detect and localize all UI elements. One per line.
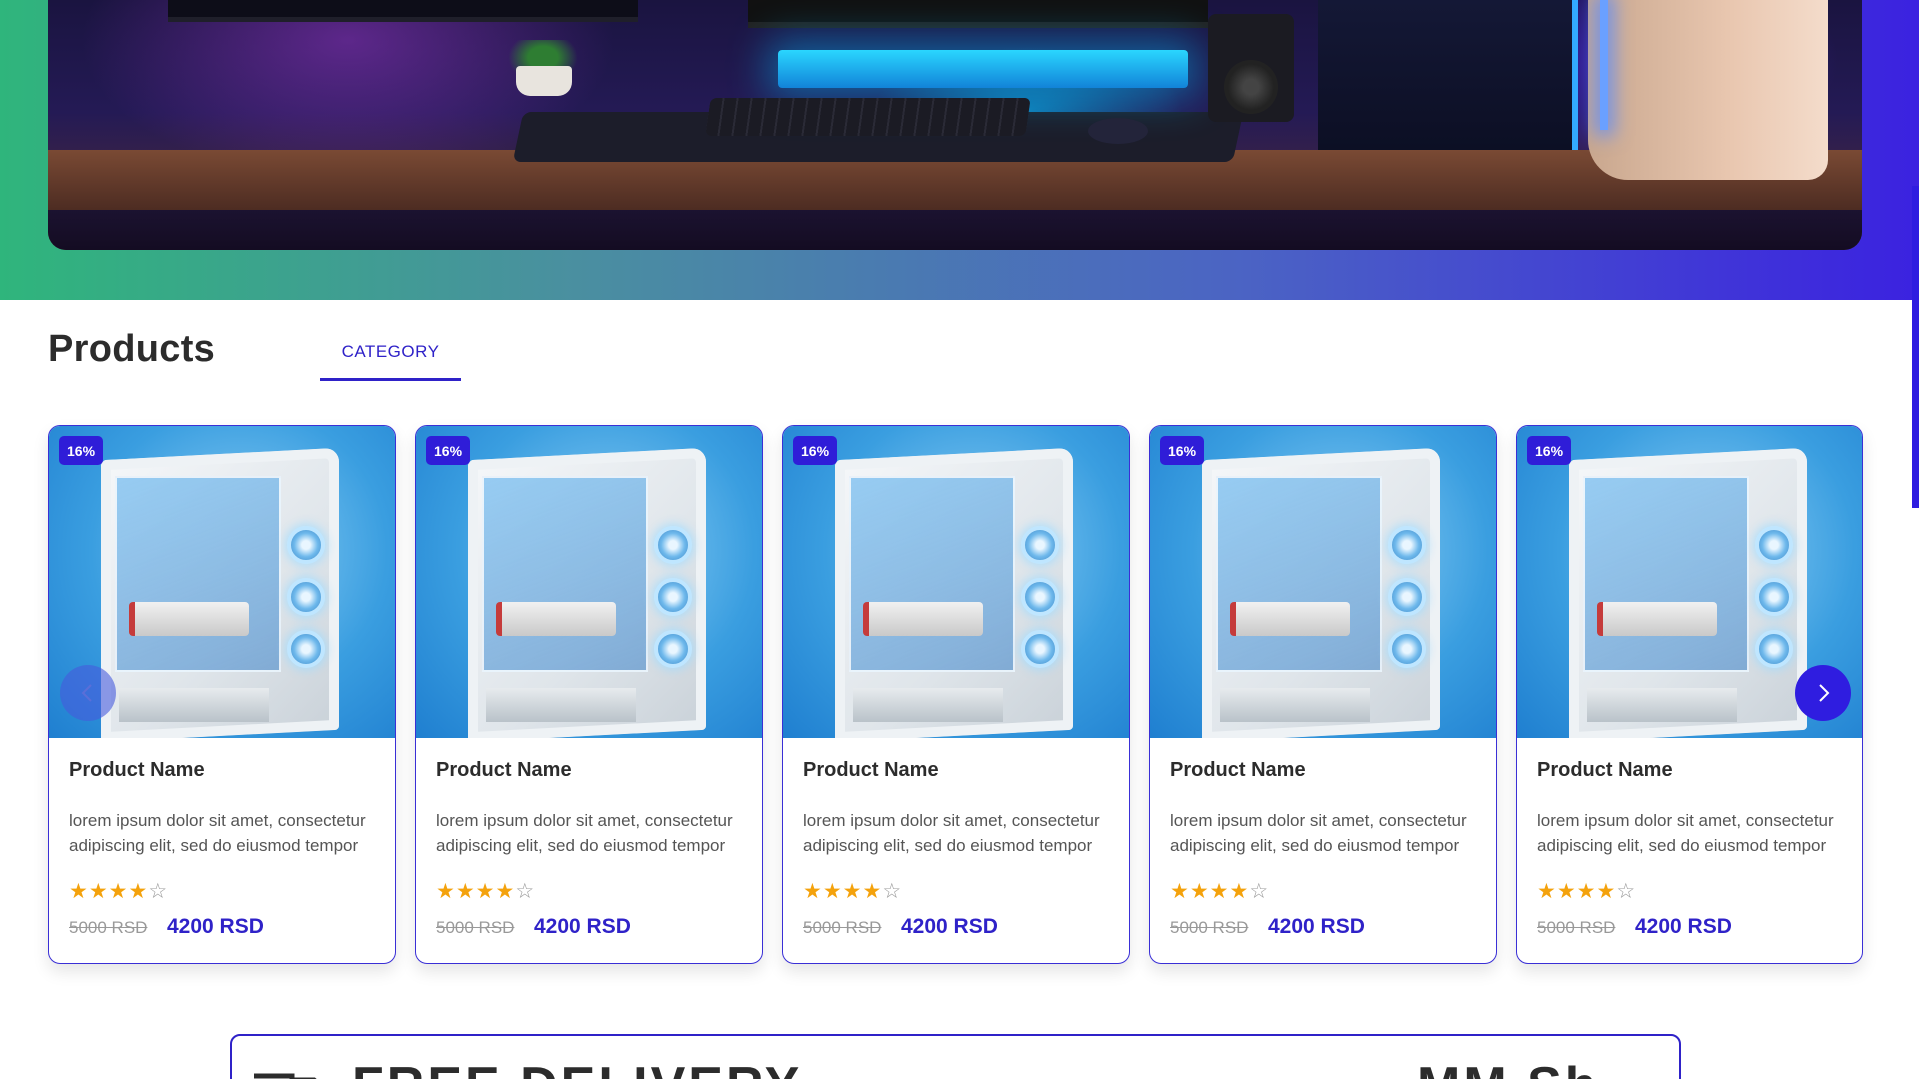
hero-image: [48, 0, 1862, 250]
product-name[interactable]: Product Name: [69, 759, 205, 782]
star-rating: ★★★★☆: [69, 879, 169, 903]
product-carousel: 16% Product Name lorem ipsum dolor sit a…: [48, 425, 1863, 965]
discount-badge: 16%: [793, 436, 838, 465]
price: 4200 RSD: [1268, 915, 1365, 938]
price: 4200 RSD: [1635, 915, 1732, 938]
product-image: [416, 426, 762, 738]
brand-name: MM Sh: [1417, 1056, 1600, 1079]
product-description: lorem ipsum dolor sit amet, consectetur …: [803, 811, 1100, 855]
hero-banner: [0, 0, 1919, 300]
product-description: lorem ipsum dolor sit amet, consectetur …: [1170, 811, 1467, 855]
product-description: lorem ipsum dolor sit amet, consectetur …: [69, 811, 366, 855]
product-name[interactable]: Product Name: [1170, 759, 1306, 782]
scrollbar-thumb[interactable]: [1912, 186, 1919, 508]
old-price: 5000 RSD: [69, 918, 148, 937]
old-price: 5000 RSD: [436, 918, 515, 937]
chevron-left-icon: [81, 684, 92, 702]
old-price: 5000 RSD: [1537, 918, 1616, 937]
product-card[interactable]: 16% Product Name lorem ipsum dolor sit a…: [1149, 425, 1497, 964]
delivery-title: FREE DELIVERY: [352, 1056, 802, 1079]
star-rating: ★★★★☆: [1537, 879, 1637, 903]
product-name[interactable]: Product Name: [436, 759, 572, 782]
old-price: 5000 RSD: [803, 918, 882, 937]
discount-badge: 16%: [1527, 436, 1572, 465]
star-rating: ★★★★☆: [436, 879, 536, 903]
section-title: Products: [48, 328, 216, 370]
product-image: [1150, 426, 1496, 738]
product-name[interactable]: Product Name: [1537, 759, 1673, 782]
tab-category[interactable]: CATEGORY: [320, 326, 461, 381]
old-price: 5000 RSD: [1170, 918, 1249, 937]
price: 4200 RSD: [534, 915, 631, 938]
star-rating: ★★★★☆: [803, 879, 903, 903]
price: 4200 RSD: [901, 915, 998, 938]
discount-badge: 16%: [426, 436, 471, 465]
carousel-prev-button[interactable]: [60, 665, 116, 721]
product-description: lorem ipsum dolor sit amet, consectetur …: [436, 811, 733, 855]
delivery-banner: FREE DELIVERY MM Sh: [230, 1034, 1681, 1079]
product-image: [783, 426, 1129, 738]
price: 4200 RSD: [167, 915, 264, 938]
carousel-next-button[interactable]: [1795, 665, 1851, 721]
product-card[interactable]: 16% Product Name lorem ipsum dolor sit a…: [415, 425, 763, 964]
product-description: lorem ipsum dolor sit amet, consectetur …: [1537, 811, 1834, 855]
product-name[interactable]: Product Name: [803, 759, 939, 782]
discount-badge: 16%: [1160, 436, 1205, 465]
discount-badge: 16%: [59, 436, 104, 465]
truck-icon: [254, 1073, 317, 1079]
star-rating: ★★★★☆: [1170, 879, 1270, 903]
chevron-right-icon: [1819, 684, 1830, 702]
product-card[interactable]: 16% Product Name lorem ipsum dolor sit a…: [782, 425, 1130, 964]
